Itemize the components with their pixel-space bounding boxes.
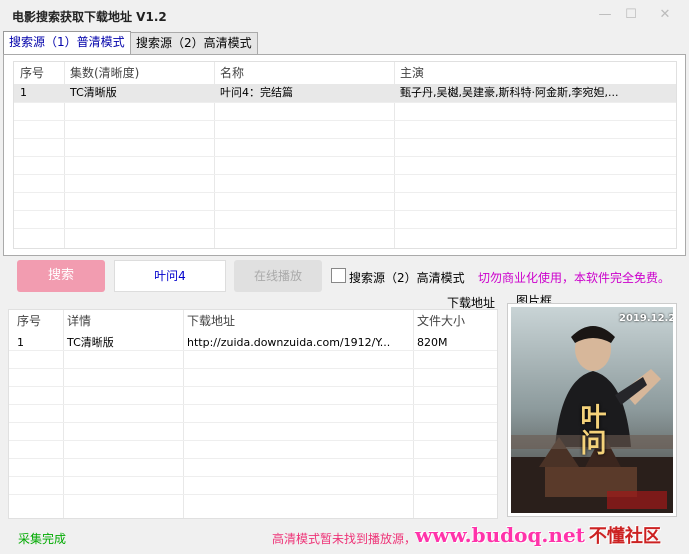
cell-url[interactable]: http://zuida.downzuida.com/1912/Y... xyxy=(181,334,413,352)
grid-line xyxy=(14,210,676,211)
col-episode: 集数(清晰度) xyxy=(70,66,140,80)
image-frame: 2019.12.20 叶问 xyxy=(507,303,677,517)
col-index: 序号 xyxy=(20,66,45,80)
tab-source-1[interactable]: 搜索源（1）普清模式 xyxy=(3,31,131,55)
tab-source-2[interactable]: 搜索源（2）高清模式 xyxy=(130,32,258,54)
grid-line xyxy=(9,422,497,423)
col-size: 文件大小 xyxy=(417,314,466,328)
grid-line xyxy=(9,386,497,387)
maximize-icon[interactable]: ☐ xyxy=(623,7,639,23)
poster-date: 2019.12.20 xyxy=(619,313,673,324)
grid-line xyxy=(9,476,497,477)
search-button[interactable]: 搜索 xyxy=(17,260,105,292)
status-completed: 采集完成 xyxy=(18,532,67,546)
cell-name: 叶问4：完结篇 xyxy=(220,86,293,99)
movie-poster: 2019.12.20 叶问 xyxy=(511,307,673,513)
watermark-name: 不懂社区 xyxy=(588,526,661,547)
results-table[interactable]: 序号 集数(清晰度) 名称 主演 1 TC清晰版 叶问4：完结篇 甄子丹,吴樾,… xyxy=(13,61,677,249)
cell-index: 1 xyxy=(17,336,24,349)
cell-index: 1 xyxy=(20,86,27,99)
window-title: 电影搜索获取下载地址 V1.2 xyxy=(12,10,167,24)
watermark-site: www.budoq.net xyxy=(415,523,585,547)
col-detail: 详情 xyxy=(67,314,92,328)
grid-line xyxy=(9,404,497,405)
cell-cast: 甄子丹,吴樾,吴建豪,斯科特·阿金斯,李宛妲,... xyxy=(400,86,619,99)
col-url: 下载地址 xyxy=(187,314,236,328)
grid-line xyxy=(14,120,676,121)
grid-line xyxy=(9,458,497,459)
hd-mode-checkbox[interactable] xyxy=(331,268,346,283)
watermark: www.budoq.net 不懂社区 xyxy=(415,522,661,550)
grid-line xyxy=(9,368,497,369)
title-bar: 电影搜索获取下载地址 V1.2 — ☐ ✕ xyxy=(0,0,689,32)
cell-size: 820M xyxy=(417,336,448,349)
cell-detail: TC清晰版 xyxy=(67,336,114,349)
grid-line xyxy=(14,228,676,229)
grid-line xyxy=(14,156,676,157)
download-table[interactable]: 序号 详情 下载地址 文件大小 1 TC清晰版 http://zuida.dow… xyxy=(8,309,498,519)
free-notice: 切勿商业化使用，本软件完全免费。 xyxy=(478,271,671,285)
cell-episode: TC清晰版 xyxy=(70,86,117,99)
grid-line xyxy=(9,494,497,495)
table-row[interactable]: 1 TC清晰版 http://zuida.downzuida.com/1912/… xyxy=(9,334,497,352)
close-icon[interactable]: ✕ xyxy=(657,7,673,23)
grid-line xyxy=(9,440,497,441)
grid-line xyxy=(14,102,676,103)
col-name: 名称 xyxy=(220,66,245,80)
hd-mode-label[interactable]: 搜索源（2）高清模式 xyxy=(349,269,465,286)
poster-title: 叶问 xyxy=(576,403,606,455)
online-play-button[interactable]: 在线播放 xyxy=(234,260,322,292)
minimize-icon[interactable]: — xyxy=(597,7,613,23)
grid-line xyxy=(14,138,676,139)
col-cast: 主演 xyxy=(400,66,425,80)
results-table-header: 序号 集数(清晰度) 名称 主演 xyxy=(14,62,676,84)
download-table-header: 序号 详情 下载地址 文件大小 xyxy=(9,310,497,332)
grid-line xyxy=(14,192,676,193)
results-panel: 序号 集数(清晰度) 名称 主演 1 TC清晰版 叶问4：完结篇 甄子丹,吴樾,… xyxy=(3,54,686,256)
table-row[interactable]: 1 TC清晰版 叶问4：完结篇 甄子丹,吴樾,吴建豪,斯科特·阿金斯,李宛妲,.… xyxy=(14,84,676,102)
col-index: 序号 xyxy=(17,314,42,328)
search-input[interactable]: 叶问4 xyxy=(114,260,226,292)
grid-line xyxy=(14,174,676,175)
status-hd-warning: 高清模式暂未找到播放源， xyxy=(272,532,417,546)
